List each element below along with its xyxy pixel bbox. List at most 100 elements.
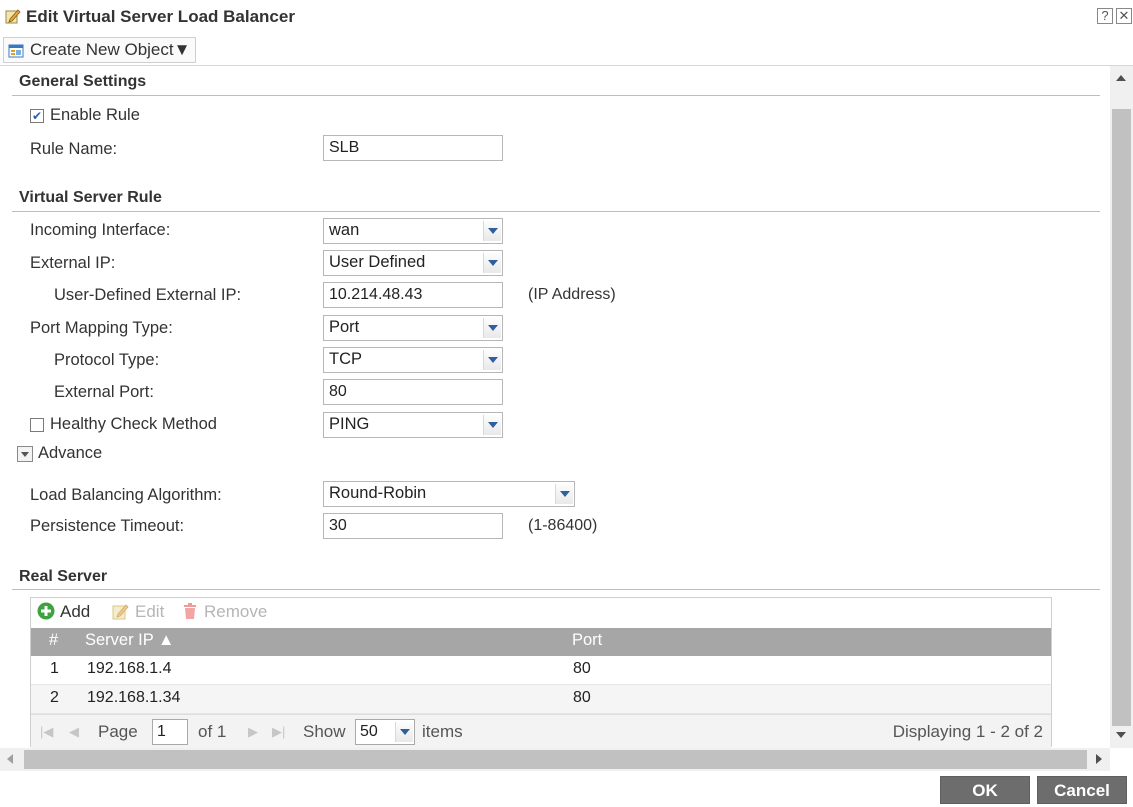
real-server-grid: Add Edit Remove # Server IP ▲ Port 1 192… bbox=[30, 597, 1052, 748]
edit-label: Edit bbox=[135, 602, 165, 621]
vertical-scrollbar[interactable] bbox=[1110, 66, 1133, 748]
real-server-toolbar: Add Edit Remove bbox=[31, 598, 1051, 628]
dialog-titlebar: Edit Virtual Server Load Balancer ? ✕ bbox=[0, 0, 1133, 34]
protocol-type-label: Protocol Type: bbox=[54, 351, 160, 369]
create-new-object-button[interactable]: Create New Object▼ bbox=[3, 37, 197, 63]
page-size-value: 50 bbox=[360, 723, 378, 740]
user-defined-ip-input[interactable]: 10.214.48.43 bbox=[323, 282, 503, 308]
healthy-check-value: PING bbox=[329, 415, 370, 433]
trash-icon bbox=[184, 603, 196, 619]
dialog-content: General Settings ✔ Enable Rule Rule Name… bbox=[0, 66, 1110, 748]
rule-name-input[interactable]: SLB bbox=[323, 135, 503, 161]
add-icon bbox=[37, 602, 55, 620]
next-page-icon[interactable]: ▶ bbox=[248, 724, 258, 740]
ok-button[interactable]: OK bbox=[940, 776, 1030, 804]
rule-name-label: Rule Name: bbox=[30, 140, 118, 158]
user-defined-ip-label: User-Defined External IP: bbox=[54, 286, 242, 304]
external-ip-label: External IP: bbox=[30, 254, 116, 272]
page-size-select[interactable]: 50 bbox=[355, 719, 415, 745]
external-ip-select[interactable]: User Defined bbox=[323, 250, 503, 276]
chevron-down-icon bbox=[395, 722, 413, 742]
healthy-check-checkbox[interactable] bbox=[30, 418, 44, 432]
ip-address-hint: (IP Address) bbox=[528, 286, 616, 303]
close-button[interactable]: ✕ bbox=[1116, 8, 1132, 24]
horizontal-scrollbar[interactable] bbox=[0, 748, 1110, 771]
row-number: 1 bbox=[50, 660, 59, 677]
page-number-input[interactable]: 1 bbox=[152, 719, 188, 745]
row-port: 80 bbox=[573, 660, 591, 677]
edit-button[interactable]: Edit bbox=[112, 602, 164, 622]
page-size-arrow bbox=[394, 720, 414, 744]
remove-button[interactable]: Remove bbox=[181, 602, 267, 622]
scroll-left-icon[interactable] bbox=[7, 754, 13, 764]
persistence-timeout-input[interactable]: 30 bbox=[323, 513, 503, 539]
chevron-down-icon bbox=[483, 318, 501, 338]
column-header-port[interactable]: Port bbox=[572, 631, 602, 650]
scroll-right-icon[interactable] bbox=[1096, 754, 1102, 764]
scroll-thumb[interactable] bbox=[24, 750, 1087, 769]
pagination-bar: |◀ ◀ Page 1 of 1 ▶ ▶| Show 50 items Disp… bbox=[31, 714, 1051, 748]
section-divider bbox=[12, 95, 1100, 96]
table-row[interactable]: 1 192.168.1.4 80 bbox=[31, 656, 1051, 685]
lb-algorithm-label: Load Balancing Algorithm: bbox=[30, 486, 222, 504]
add-label: Add bbox=[60, 602, 91, 621]
chevron-down-icon bbox=[483, 221, 501, 241]
protocol-type-value: TCP bbox=[329, 350, 362, 368]
enable-rule-label: Enable Rule bbox=[50, 106, 140, 124]
page-of-label: of 1 bbox=[198, 722, 227, 741]
column-header-server-ip[interactable]: Server IP ▲ bbox=[85, 631, 174, 650]
incoming-interface-label: Incoming Interface: bbox=[30, 221, 171, 239]
persistence-range-hint: (1-86400) bbox=[528, 517, 598, 534]
enable-rule-checkbox[interactable]: ✔ bbox=[30, 109, 44, 123]
create-new-object-label: Create New Object▼ bbox=[30, 40, 191, 59]
displaying-count: Displaying 1 - 2 of 2 bbox=[892, 722, 1043, 741]
healthy-check-select[interactable]: PING bbox=[323, 412, 503, 438]
real-server-title: Real Server bbox=[19, 568, 108, 585]
scroll-up-icon[interactable] bbox=[1116, 75, 1126, 81]
prev-page-icon[interactable]: ◀ bbox=[69, 724, 79, 740]
edit-icon bbox=[5, 9, 21, 24]
external-ip-value: User Defined bbox=[329, 253, 426, 271]
show-label: Show bbox=[303, 722, 346, 741]
port-mapping-type-select[interactable]: Port bbox=[323, 315, 503, 341]
dialog-footer: OK Cancel bbox=[0, 771, 1133, 807]
healthy-check-label: Healthy Check Method bbox=[50, 415, 217, 433]
row-server-ip: 192.168.1.34 bbox=[87, 689, 181, 706]
items-label: items bbox=[422, 722, 463, 741]
protocol-type-select[interactable]: TCP bbox=[323, 347, 503, 373]
scroll-down-icon[interactable] bbox=[1116, 732, 1126, 738]
add-button[interactable]: Add bbox=[37, 602, 90, 622]
external-port-input[interactable]: 80 bbox=[323, 379, 503, 405]
incoming-interface-value: wan bbox=[329, 221, 360, 239]
dialog-toolbar: Create New Object▼ bbox=[0, 34, 1133, 66]
edit-icon bbox=[112, 604, 129, 620]
row-server-ip: 192.168.1.4 bbox=[87, 660, 172, 677]
create-object-icon bbox=[8, 44, 24, 58]
row-number: 2 bbox=[50, 689, 59, 706]
general-settings-title: General Settings bbox=[19, 73, 147, 90]
lb-algorithm-value: Round-Robin bbox=[329, 484, 427, 502]
help-button[interactable]: ? bbox=[1097, 8, 1113, 24]
column-header-number: # bbox=[49, 631, 59, 649]
chevron-down-icon bbox=[483, 415, 501, 435]
section-divider bbox=[12, 589, 1100, 590]
port-mapping-type-label: Port Mapping Type: bbox=[30, 319, 173, 337]
port-mapping-type-value: Port bbox=[329, 318, 360, 336]
virtual-server-rule-title: Virtual Server Rule bbox=[19, 189, 162, 206]
external-port-label: External Port: bbox=[54, 383, 154, 401]
page-label: Page bbox=[98, 722, 138, 741]
lb-algorithm-select[interactable]: Round-Robin bbox=[323, 481, 575, 507]
advance-toggle-icon[interactable] bbox=[17, 446, 33, 462]
scroll-thumb[interactable] bbox=[1112, 109, 1131, 726]
last-page-icon[interactable]: ▶| bbox=[272, 724, 285, 740]
persistence-timeout-label: Persistence Timeout: bbox=[30, 517, 185, 535]
advance-label[interactable]: Advance bbox=[38, 444, 102, 463]
incoming-interface-select[interactable]: wan bbox=[323, 218, 503, 244]
table-row[interactable]: 2 192.168.1.34 80 bbox=[31, 685, 1051, 714]
chevron-down-icon bbox=[555, 484, 573, 504]
section-divider bbox=[12, 211, 1100, 212]
first-page-icon[interactable]: |◀ bbox=[40, 724, 53, 740]
chevron-down-icon bbox=[483, 350, 501, 370]
cancel-button[interactable]: Cancel bbox=[1037, 776, 1127, 804]
remove-label: Remove bbox=[204, 602, 268, 621]
